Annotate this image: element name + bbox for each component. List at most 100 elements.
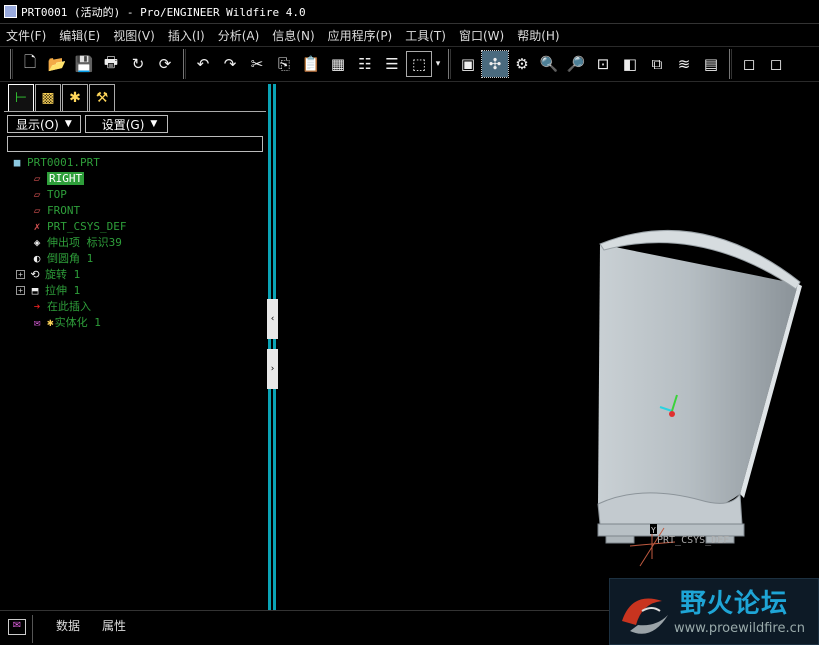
menu-applications[interactable]: 应用程序(P) bbox=[328, 27, 393, 44]
splitter-bar bbox=[268, 84, 271, 610]
toolbar-separator bbox=[10, 49, 13, 79]
menu-tools[interactable]: 工具(T) bbox=[405, 27, 446, 44]
tree-node-label: TOP bbox=[47, 187, 67, 201]
tree-node-label: 倒圆角 1 bbox=[47, 252, 94, 265]
tree-node-label: FRONT bbox=[47, 203, 81, 217]
tree-node-label: 旋转 1 bbox=[45, 268, 81, 281]
settings-dropdown[interactable]: 设置(G) ▼ bbox=[84, 115, 169, 133]
csys-y-label: Y bbox=[651, 526, 656, 535]
new-feature-star-icon: ✱ bbox=[47, 315, 54, 329]
tree-node-revolve[interactable]: + ⟲ 旋转 1 bbox=[10, 266, 260, 282]
model-tree-panel: ⊢ ▩ ✱ ⚒ 显示(O) ▼ 设置(G) ▼ ■ PRT0001.PRT ▱ … bbox=[4, 84, 266, 608]
expand-icon[interactable]: + bbox=[16, 269, 25, 279]
menu-info[interactable]: 信息(N) bbox=[272, 27, 314, 44]
menu-analysis[interactable]: 分析(A) bbox=[218, 27, 260, 44]
zoom-out-icon[interactable]: 🔎 bbox=[563, 51, 589, 77]
connections-tab-icon[interactable]: ⚒ bbox=[89, 84, 115, 111]
collapse-left-icon[interactable]: ‹ bbox=[267, 299, 278, 339]
cut-icon[interactable]: ✂ bbox=[244, 51, 270, 77]
folder-browser-tab-icon[interactable]: ▩ bbox=[35, 84, 61, 111]
new-icon[interactable]: 🗋 bbox=[17, 51, 43, 77]
solidify-icon: ✉ bbox=[33, 315, 41, 329]
redo-icon[interactable]: ↷ bbox=[217, 51, 243, 77]
tree-node-label: PRT0001.PRT bbox=[27, 155, 100, 169]
reorient-icon[interactable]: ◧ bbox=[617, 51, 643, 77]
menu-edit[interactable]: 编辑(E) bbox=[59, 27, 100, 44]
csys-label: PRT_CSYS_DEF bbox=[657, 535, 730, 546]
revolve-icon: ⟲ bbox=[30, 267, 40, 281]
part-icon: ■ bbox=[13, 155, 21, 169]
expand-icon[interactable]: + bbox=[16, 285, 25, 295]
regen-manager-icon[interactable]: ☰ bbox=[379, 51, 405, 77]
hidden-line-icon[interactable]: ◻ bbox=[763, 51, 789, 77]
zoom-in-icon[interactable]: 🔍 bbox=[536, 51, 562, 77]
paste-special-icon[interactable]: ▦ bbox=[325, 51, 351, 77]
window-title: PRT0001 (活动的) - Pro/ENGINEER Wildfire 4.… bbox=[21, 5, 306, 19]
select-dropdown-icon[interactable]: ▾ bbox=[433, 51, 443, 77]
menu-insert[interactable]: 插入(I) bbox=[168, 27, 205, 44]
model-tree: ■ PRT0001.PRT ▱ RIGHT ▱ TOP ▱ FRONT ✗ PR… bbox=[10, 154, 260, 330]
send-mail-icon[interactable]: ↻ bbox=[125, 51, 151, 77]
expand-right-icon[interactable]: › bbox=[267, 349, 278, 389]
menu-file[interactable]: 文件(F) bbox=[6, 27, 46, 44]
tree-node-csys[interactable]: ✗ PRT_CSYS_DEF bbox=[10, 218, 260, 234]
panel-splitter[interactable]: ‹ › bbox=[266, 84, 280, 610]
toolbar-separator bbox=[729, 49, 732, 79]
tree-node-extrude[interactable]: + ⬒ 拉伸 1 bbox=[10, 282, 260, 298]
datum-plane-icon: ▱ bbox=[33, 171, 41, 185]
model-body bbox=[598, 244, 798, 517]
tree-node-part[interactable]: ■ PRT0001.PRT bbox=[10, 154, 260, 170]
forum-logo-icon bbox=[622, 598, 668, 634]
print-icon[interactable]: 🖶 bbox=[98, 51, 124, 77]
protrusion-icon: ◈ bbox=[33, 235, 41, 249]
chevron-down-icon: ▼ bbox=[150, 119, 158, 129]
display-dropdown[interactable]: 显示(O) ▼ bbox=[7, 115, 81, 133]
spin-center-point bbox=[669, 411, 675, 417]
tab-properties[interactable]: 属性 bbox=[102, 617, 126, 634]
tab-divider bbox=[4, 111, 266, 112]
save-copy-icon[interactable]: ⟳ bbox=[152, 51, 178, 77]
tree-node-label: RIGHT bbox=[47, 171, 85, 185]
repaint-icon[interactable]: ▣ bbox=[455, 51, 481, 77]
tree-node-label: 在此插入 bbox=[47, 300, 91, 313]
bottom-strip: ✉ 数据 属性 bbox=[0, 610, 609, 645]
toolbar-separator bbox=[448, 49, 451, 79]
menu-bar: 文件(F) 编辑(E) 视图(V) 插入(I) 分析(A) 信息(N) 应用程序… bbox=[0, 24, 819, 46]
tree-node-insert-here[interactable]: ➔ 在此插入 bbox=[10, 298, 260, 314]
feature-tool-icon[interactable]: ✉ bbox=[8, 619, 26, 635]
menu-help[interactable]: 帮助(H) bbox=[517, 27, 559, 44]
save-icon[interactable]: 💾 bbox=[71, 51, 97, 77]
insert-here-icon: ➔ bbox=[33, 299, 41, 313]
tree-dropdowns: 显示(O) ▼ 设置(G) ▼ bbox=[7, 115, 172, 133]
menu-window[interactable]: 窗口(W) bbox=[459, 27, 504, 44]
regenerate-icon[interactable]: ☷ bbox=[352, 51, 378, 77]
tree-node-solidify[interactable]: ✉ ✱ 实体化 1 bbox=[10, 314, 260, 330]
tree-node-protrusion[interactable]: ◈ 伸出项 标识39 bbox=[10, 234, 260, 250]
orient-mode-icon[interactable]: ⚙ bbox=[509, 51, 535, 77]
layers-icon[interactable]: ≋ bbox=[671, 51, 697, 77]
tree-node-top[interactable]: ▱ TOP bbox=[10, 186, 260, 202]
main-toolbar: 🗋 📂 💾 🖶 ↻ ⟳ ↶ ↷ ✂ ⎘ 📋 ▦ ☷ ☰ ⬚ ▾ ▣ ✣ ⚙ 🔍 … bbox=[0, 46, 819, 82]
menu-view[interactable]: 视图(V) bbox=[113, 27, 155, 44]
select-box-icon[interactable]: ⬚ bbox=[406, 51, 432, 77]
spin-center-icon[interactable]: ✣ bbox=[481, 50, 509, 78]
tree-node-round[interactable]: ◐ 倒圆角 1 bbox=[10, 250, 260, 266]
undo-icon[interactable]: ↶ bbox=[190, 51, 216, 77]
saved-views-icon[interactable]: ⧉ bbox=[644, 51, 670, 77]
tree-node-front[interactable]: ▱ FRONT bbox=[10, 202, 260, 218]
wireframe-icon[interactable]: ◻ bbox=[736, 51, 762, 77]
open-icon[interactable]: 📂 bbox=[44, 51, 70, 77]
paste-icon[interactable]: 📋 bbox=[298, 51, 324, 77]
model-tree-tab-icon[interactable]: ⊢ bbox=[8, 84, 34, 111]
tree-node-right[interactable]: ▱ RIGHT bbox=[10, 170, 260, 186]
view-manager-icon[interactable]: ▤ bbox=[698, 51, 724, 77]
tree-node-label: 伸出项 标识39 bbox=[47, 236, 122, 249]
tab-data[interactable]: 数据 bbox=[56, 617, 80, 634]
refit-icon[interactable]: ⊡ bbox=[590, 51, 616, 77]
datum-plane-icon: ▱ bbox=[33, 203, 41, 217]
watermark-title: 野火论坛 bbox=[680, 589, 789, 619]
favorites-tab-icon[interactable]: ✱ bbox=[62, 84, 88, 111]
tree-filter-input[interactable] bbox=[7, 136, 263, 152]
copy-icon[interactable]: ⎘ bbox=[271, 51, 297, 77]
graphics-window[interactable]: Y PRT_CSYS_DEF bbox=[280, 84, 819, 610]
